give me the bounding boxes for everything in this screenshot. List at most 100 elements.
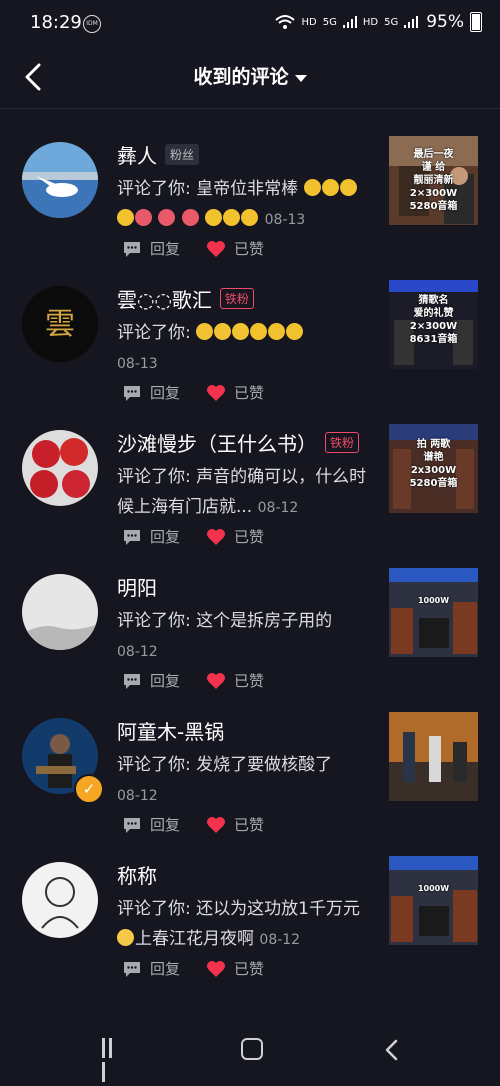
- thumbnail-caption: 5280音箱: [409, 201, 458, 212]
- comment-list: 彝人 粉丝 评论了你: 皇帝位非常棒 08-13 回复 已赞 最后一夜 谨 给: [0, 108, 500, 978]
- svg-text:雲: 雲: [45, 307, 75, 342]
- comment-prefix: 评论了你:: [117, 179, 197, 199]
- thumbnail-caption: 2x300W: [410, 465, 457, 476]
- comment-text[interactable]: 评论了你: 皇帝位非常棒 08-13: [117, 174, 375, 235]
- signal-icon-1: [342, 16, 357, 28]
- like-label: 已赞: [234, 960, 265, 978]
- thumbs-up-emoji: [250, 323, 268, 340]
- comment-text[interactable]: 评论了你: 08-13: [117, 318, 375, 379]
- thumbs-up-emoji: [268, 323, 286, 340]
- comment-body-cont: 上春江花月夜啊: [135, 929, 254, 949]
- thumbnail-caption: 猜歌名: [418, 295, 449, 306]
- list-item[interactable]: 沙滩慢步（王什么书） 铁粉 评论了你: 声音的确可以，什么时候上海有门店就...…: [0, 396, 500, 546]
- idm-icon: IDM: [83, 15, 101, 33]
- avatar[interactable]: 雲: [22, 286, 98, 362]
- clap-emoji: [214, 323, 232, 340]
- comment-date: 08-13: [117, 356, 158, 372]
- home-button[interactable]: [241, 1038, 263, 1060]
- system-nav-bar: [0, 1016, 500, 1083]
- name-line: 沙滩慢步（王什么书） 铁粉: [117, 428, 360, 457]
- name-line: 阿童木-黑锅: [117, 716, 224, 745]
- avatar[interactable]: [22, 430, 98, 506]
- video-thumbnail[interactable]: 1000W: [389, 856, 478, 945]
- comment-date: 08-12: [117, 788, 158, 804]
- reply-label: 回复: [150, 960, 181, 978]
- comment-prefix: 评论了你:: [117, 323, 197, 343]
- list-item[interactable]: 雲 雲◌◌歌汇 铁粉 评论了你: 08-13 回复 已赞 猜歌名 爱的礼赞 2×…: [0, 252, 500, 402]
- comment-text[interactable]: 评论了你: 这个是拆房子用的 08-12: [117, 606, 375, 667]
- like-button[interactable]: 已赞: [206, 958, 264, 979]
- 5g-label-2: 5G: [384, 16, 399, 28]
- comment-date: 08-13: [264, 212, 306, 228]
- comment-prefix: 评论了你:: [117, 611, 197, 631]
- fan-badge: 粉丝: [165, 144, 200, 165]
- recent-apps-button[interactable]: [102, 1038, 122, 1082]
- thumbs-up-emoji: [303, 179, 321, 196]
- thumbs-up-emoji: [205, 209, 223, 226]
- signal-icon-2: [404, 16, 419, 28]
- avatar[interactable]: [22, 862, 98, 938]
- avatar[interactable]: [22, 574, 98, 650]
- thumbnail-caption: 爱的礼赞: [413, 308, 454, 319]
- user-name[interactable]: 称称: [117, 860, 157, 889]
- verified-icon: ✓: [74, 774, 104, 804]
- video-thumbnail[interactable]: 猜歌名 爱的礼赞 2×300W 8631音箱: [389, 280, 478, 369]
- video-thumbnail[interactable]: [389, 712, 478, 801]
- iron-fan-badge: 铁粉: [219, 288, 254, 309]
- comment-body: 还以为这功放1千万元: [196, 899, 360, 919]
- thumbnail-caption: 8631音箱: [409, 334, 458, 345]
- list-item[interactable]: 彝人 粉丝 评论了你: 皇帝位非常棒 08-13 回复 已赞 最后一夜 谨 给: [0, 108, 500, 258]
- heart-icon: [207, 960, 226, 977]
- top-bar: 收到的评论: [0, 46, 500, 109]
- comment-prefix: 评论了你:: [117, 755, 197, 775]
- thumbnail-caption: 2×300W: [409, 188, 458, 199]
- comment-prefix: 评论了你:: [117, 899, 197, 919]
- iron-fan-badge: 铁粉: [325, 432, 360, 453]
- comment-body: 这个是拆房子用的: [196, 611, 333, 631]
- title-dropdown[interactable]: 收到的评论: [0, 62, 500, 89]
- user-name[interactable]: 雲◌◌歌汇: [117, 284, 212, 313]
- hd-label-1: HD: [301, 16, 317, 28]
- user-name[interactable]: 彝人: [117, 140, 157, 169]
- thumbs-up-emoji: [241, 209, 259, 226]
- video-thumbnail[interactable]: 1000W: [389, 568, 478, 657]
- nav-back-icon[interactable]: [382, 1038, 402, 1062]
- thumbs-up-emoji: [339, 179, 357, 196]
- rose-emoji: [181, 209, 199, 226]
- caret-down-icon: [294, 75, 307, 82]
- page-title: 收到的评论: [193, 66, 289, 88]
- list-item[interactable]: ✓ 阿童木-黑锅 评论了你: 发烧了要做核酸了 08-12 回复 已赞: [0, 684, 500, 834]
- name-line: 明阳: [117, 572, 157, 601]
- thumbnail-caption: 2×300W: [409, 321, 458, 332]
- clap-emoji: [232, 323, 250, 340]
- clap-emoji: [196, 323, 214, 340]
- list-item[interactable]: 称称 评论了你: 还以为这功放1千万元上春江花月夜啊 08-12 回复 已赞 1…: [0, 828, 500, 978]
- 5g-label-1: 5G: [322, 16, 337, 28]
- reply-icon: [124, 961, 140, 977]
- user-name[interactable]: 沙滩慢步（王什么书）: [117, 428, 317, 457]
- thumbs-up-emoji: [117, 209, 134, 226]
- thumbnail-caption: 1000W: [417, 884, 450, 893]
- comment-text[interactable]: 评论了你: 还以为这功放1千万元上春江花月夜啊 08-12: [117, 894, 375, 955]
- video-thumbnail[interactable]: 最后一夜 谨 给 靓丽清新 2×300W 5280音箱: [389, 136, 478, 225]
- user-name[interactable]: 明阳: [117, 572, 157, 601]
- comment-date: 08-12: [117, 644, 158, 660]
- battery-icon: [470, 12, 482, 32]
- status-time: 18:29: [30, 12, 82, 33]
- thumbnail-caption: 谨 给: [421, 162, 446, 173]
- list-item[interactable]: 明阳 评论了你: 这个是拆房子用的 08-12 回复 已赞 1000W: [0, 540, 500, 690]
- user-name[interactable]: 阿童木-黑锅: [117, 716, 224, 745]
- thumbnail-caption: 最后一夜: [413, 149, 454, 160]
- thumbnail-caption: 拍 两歌: [416, 439, 451, 450]
- comment-text[interactable]: 评论了你: 声音的确可以，什么时候上海有门店就... 08-12: [117, 462, 375, 523]
- comment-date: 08-12: [257, 500, 299, 516]
- thumbnail-caption: 谱艳: [423, 452, 444, 463]
- status-bar: 18:29 IDM HD 5G HD 5G 95%: [0, 0, 500, 46]
- thumbs-up-emoji: [286, 323, 304, 340]
- video-thumbnail[interactable]: 拍 两歌 谱艳 2x300W 5280音箱: [389, 424, 478, 513]
- comment-text[interactable]: 评论了你: 发烧了要做核酸了 08-12: [117, 750, 375, 811]
- reply-button[interactable]: 回复: [122, 958, 180, 979]
- avatar[interactable]: [22, 142, 98, 218]
- battery-percent: 95%: [426, 12, 464, 32]
- comment-actions: 回复 已赞: [122, 958, 264, 979]
